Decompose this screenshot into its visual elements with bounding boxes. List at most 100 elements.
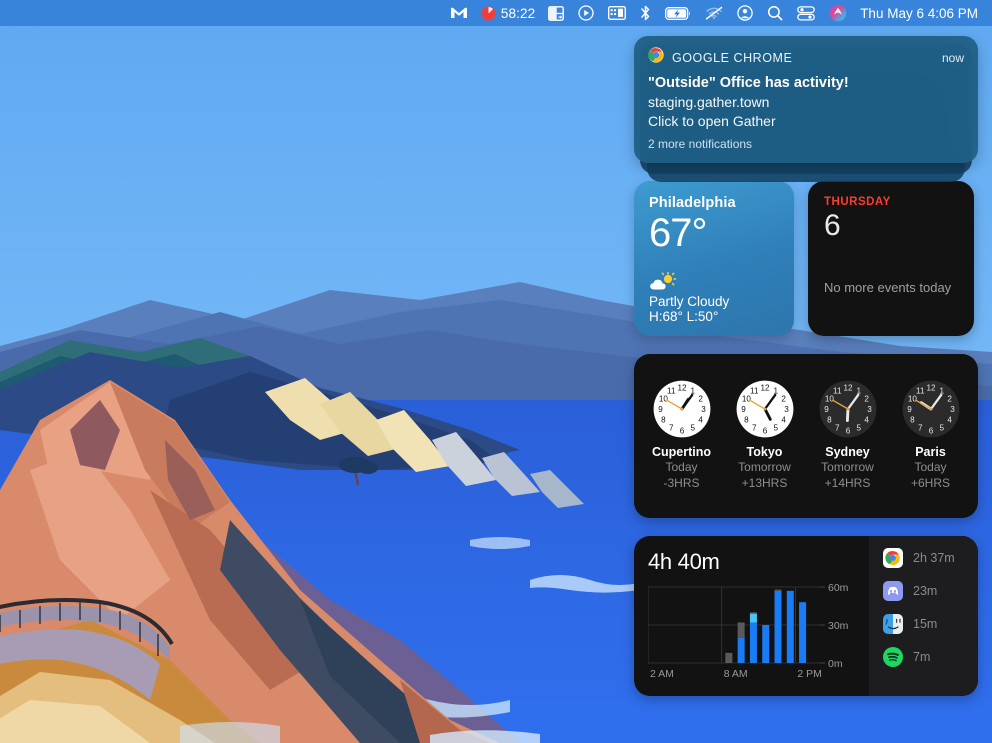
chart-bar bbox=[737, 637, 745, 663]
clock-cupertino[interactable]: 1 2 3 4 5 6 7 8 9 10 11 12 Cupertino Today -3HRS bbox=[642, 380, 722, 491]
svg-text:3: 3 bbox=[784, 405, 789, 414]
screen-time-app-row[interactable]: 7m bbox=[869, 646, 978, 667]
screen-time-total: 4h 40m bbox=[648, 548, 720, 574]
screen-time-bar-chart: 0m 30m 60m 2 AM 8 AM 2 PM bbox=[647, 582, 866, 683]
calendar-widget[interactable]: THURSDAY 6 No more events today bbox=[808, 180, 974, 336]
svg-text:5: 5 bbox=[690, 424, 695, 433]
clock-relative-day: Today bbox=[665, 459, 698, 474]
svg-text:10: 10 bbox=[824, 394, 834, 403]
siri-icon[interactable] bbox=[822, 2, 854, 24]
clock-city-label: Tokyo bbox=[746, 444, 783, 459]
clock-face-icon: 1234567891011 12 bbox=[736, 380, 793, 438]
rectangle-window-manager-icon[interactable] bbox=[541, 2, 571, 24]
svg-text:8: 8 bbox=[661, 416, 666, 425]
clock-tokyo[interactable]: 1 2 3 4 5 6 7 8 9 10 11 12 Tokyo Tomorrow +13HRS bbox=[725, 380, 805, 491]
world-clock-widget[interactable]: 1 2 3 4 5 6 7 8 9 10 11 12 Cupertino Today -3HRS 1 2 3 4 5 6… bbox=[634, 353, 978, 518]
svg-text:3: 3 bbox=[950, 405, 955, 414]
malwarebytes-icon[interactable] bbox=[443, 2, 475, 24]
clock-city-label: Paris bbox=[915, 444, 946, 459]
screen-time-app-list[interactable]: 2h 37m 23m 15m 7m bbox=[869, 535, 978, 696]
clock-face-icon: 1234567891011 12 bbox=[819, 380, 876, 438]
clock-offset: +14HRS bbox=[824, 476, 871, 491]
screen-time-app-row[interactable]: 2h 37m bbox=[869, 547, 978, 568]
chart-bar bbox=[774, 590, 782, 663]
wifi-off-icon[interactable] bbox=[698, 2, 730, 24]
screen-time-app-duration: 7m bbox=[913, 649, 931, 664]
notification-header: GOOGLE CHROME now bbox=[648, 47, 964, 68]
clock-paris[interactable]: 1 2 3 4 5 6 7 8 9 10 11 12 Paris Today +6HRS bbox=[891, 380, 971, 491]
calendar-date: 6 bbox=[824, 208, 841, 242]
svg-text:11: 11 bbox=[667, 386, 676, 395]
screen-time-widget[interactable]: 4h 40m 0m 30m 60m 2 AM 8 AM 2 PM 2h 37m 23m 15m… bbox=[634, 535, 978, 696]
svg-text:2: 2 bbox=[864, 394, 869, 403]
weather-high-low: H:68° L:50° bbox=[649, 308, 719, 324]
media-play-icon[interactable] bbox=[571, 2, 601, 24]
chart-y-tick-label: 0m bbox=[828, 658, 843, 670]
clock-face-icon: 1234567891011 12 bbox=[902, 380, 959, 438]
svg-text:10: 10 bbox=[741, 394, 751, 403]
svg-text:12: 12 bbox=[926, 383, 936, 392]
clock-relative-day: Today bbox=[914, 459, 947, 474]
menu-bar-status-items[interactable]: Thu May 6 4:06 PM bbox=[541, 2, 992, 24]
svg-text:10: 10 bbox=[907, 394, 917, 403]
svg-text:4: 4 bbox=[947, 416, 952, 425]
screen-time-app-row[interactable]: 15m bbox=[869, 613, 978, 634]
svg-text:6: 6 bbox=[679, 426, 684, 435]
notification-center[interactable]: GOOGLE CHROME now "Outside" Office has a… bbox=[634, 36, 978, 696]
chrome-notification-card[interactable]: GOOGLE CHROME now "Outside" Office has a… bbox=[634, 36, 978, 163]
bar-chart-svg: 0m 30m 60m 2 AM 8 AM 2 PM bbox=[647, 582, 849, 680]
spotlight-search-icon[interactable] bbox=[760, 2, 790, 24]
timer-icon bbox=[481, 6, 496, 20]
notification-stack[interactable]: GOOGLE CHROME now "Outside" Office has a… bbox=[634, 36, 978, 182]
user-account-icon[interactable] bbox=[730, 2, 760, 24]
chart-y-tick-label: 60m bbox=[828, 583, 849, 594]
svg-text:4: 4 bbox=[781, 416, 786, 425]
screen-time-app-row[interactable]: 23m bbox=[869, 580, 978, 601]
svg-text:7: 7 bbox=[669, 424, 674, 433]
keyboard-input-icon[interactable] bbox=[601, 2, 633, 24]
bluetooth-icon[interactable] bbox=[633, 2, 658, 24]
timer-indicator[interactable]: 58:22 bbox=[475, 6, 541, 21]
notification-action-text: Click to open Gather bbox=[648, 113, 776, 130]
chart-x-tick-label: 8 AM bbox=[724, 668, 748, 680]
menu-bar[interactable]: 58:22 Thu May 6 4:06 PM bbox=[0, 0, 992, 26]
svg-text:3: 3 bbox=[701, 405, 706, 414]
clock-relative-day: Tomorrow bbox=[821, 459, 874, 474]
svg-text:4: 4 bbox=[864, 416, 869, 425]
discord-icon bbox=[883, 580, 903, 601]
svg-text:2: 2 bbox=[781, 394, 786, 403]
chart-y-tick-label: 30m bbox=[828, 620, 849, 632]
chart-bar bbox=[786, 590, 794, 663]
weather-widget[interactable]: Philadelphia 67° Partly Cloudy H:68° L:5… bbox=[634, 180, 794, 336]
chart-bar bbox=[799, 601, 807, 663]
clock-offset: +13HRS bbox=[741, 476, 788, 491]
clock-sydney[interactable]: 1 2 3 4 5 6 7 8 9 10 11 12 Sydney Tomorrow +14HRS bbox=[808, 380, 888, 491]
weather-condition: Partly Cloudy bbox=[649, 293, 730, 309]
svg-text:9: 9 bbox=[741, 405, 746, 414]
svg-text:2: 2 bbox=[698, 394, 703, 403]
screen-time-chart-area: 4h 40m 0m 30m 60m 2 AM 8 AM 2 PM bbox=[634, 536, 869, 696]
clock-relative-day: Tomorrow bbox=[738, 459, 791, 474]
svg-text:7: 7 bbox=[835, 424, 840, 433]
clock-city-label: Sydney bbox=[825, 444, 870, 459]
screen-time-app-duration: 2h 37m bbox=[913, 550, 955, 565]
svg-text:4: 4 bbox=[698, 416, 703, 425]
svg-text:8: 8 bbox=[910, 416, 915, 425]
svg-text:9: 9 bbox=[824, 405, 829, 414]
clock-offset: -3HRS bbox=[663, 476, 700, 491]
control-center-icon[interactable] bbox=[790, 2, 822, 24]
notification-more-count[interactable]: 2 more notifications bbox=[648, 137, 964, 151]
svg-text:10: 10 bbox=[658, 394, 668, 403]
notification-timestamp: now bbox=[941, 50, 964, 65]
battery-charging-icon[interactable] bbox=[658, 2, 698, 24]
clock-city-label: Cupertino bbox=[651, 444, 712, 459]
notification-app-name: GOOGLE CHROME bbox=[672, 50, 793, 65]
chart-bar bbox=[749, 613, 757, 623]
chart-x-tick-label: 2 PM bbox=[797, 668, 822, 680]
svg-text:12: 12 bbox=[677, 383, 687, 392]
svg-text:11: 11 bbox=[833, 386, 842, 395]
menu-bar-clock[interactable]: Thu May 6 4:06 PM bbox=[854, 6, 982, 21]
svg-text:6: 6 bbox=[928, 426, 933, 435]
notification-title: "Outside" Office has activity! bbox=[648, 75, 849, 91]
svg-text:8: 8 bbox=[827, 416, 832, 425]
